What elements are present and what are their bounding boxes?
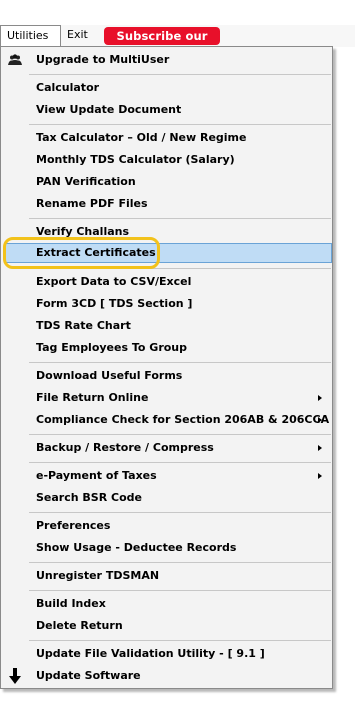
menu-item-view-update-document[interactable]: View Update Document [1, 99, 332, 121]
submenu-arrow-icon [318, 417, 322, 423]
menu-item-update-validation-utility[interactable]: Update File Validation Utility - [ 9.1 ] [1, 643, 332, 665]
menu-item-tax-calculator[interactable]: Tax Calculator – Old / New Regime [1, 127, 332, 149]
menu-item-monthly-tds-calculator[interactable]: Monthly TDS Calculator (Salary) [1, 149, 332, 171]
menu-item-label: Upgrade to MultiUser [36, 53, 170, 66]
highlight-ring [3, 237, 160, 269]
menu-item-tag-employees[interactable]: Tag Employees To Group [1, 337, 332, 359]
menu-item-label: Search BSR Code [36, 491, 142, 504]
menu-item-update-software[interactable]: Update Software [1, 665, 332, 687]
menu-item-label: Download Useful Forms [36, 369, 183, 382]
separator [29, 640, 331, 641]
menu-exit[interactable]: Exit [61, 25, 99, 46]
separator [29, 462, 331, 463]
menu-item-label: Delete Return [36, 619, 123, 632]
menu-item-upgrade-multiuser[interactable]: Upgrade to MultiUser [1, 49, 332, 71]
utilities-dropdown-menu: Upgrade to MultiUser Calculator View Upd… [0, 46, 333, 689]
menu-item-compliance-check[interactable]: Compliance Check for Section 206AB & 206… [1, 409, 332, 431]
menu-item-label: Rename PDF Files [36, 197, 148, 210]
menu-item-label: File Return Online [36, 391, 149, 404]
menu-item-export-data[interactable]: Export Data to CSV/Excel [1, 271, 332, 293]
menu-item-delete-return[interactable]: Delete Return [1, 615, 332, 637]
menu-item-label: Form 3CD [ TDS Section ] [36, 297, 193, 310]
menu-item-rename-pdf-files[interactable]: Rename PDF Files [1, 193, 332, 215]
menu-utilities[interactable]: Utilities [0, 25, 61, 46]
menu-item-file-return-online[interactable]: File Return Online [1, 387, 332, 409]
menu-item-label: Tag Employees To Group [36, 341, 188, 354]
separator [29, 362, 331, 363]
down-arrow-icon [9, 668, 21, 684]
submenu-arrow-icon [318, 395, 322, 401]
menu-item-label: Show Usage - Deductee Records [36, 541, 237, 554]
submenu-arrow-icon [318, 473, 322, 479]
menu-item-show-usage[interactable]: Show Usage - Deductee Records [1, 537, 332, 559]
menu-item-label: Export Data to CSV/Excel [36, 275, 192, 288]
menu-item-build-index[interactable]: Build Index [1, 593, 332, 615]
menu-item-label: Tax Calculator – Old / New Regime [36, 131, 247, 144]
separator [29, 124, 331, 125]
menu-item-download-forms[interactable]: Download Useful Forms [1, 365, 332, 387]
menu-item-label: Update Software [36, 669, 141, 682]
submenu-arrow-icon [318, 445, 322, 451]
menu-item-preferences[interactable]: Preferences [1, 515, 332, 537]
separator [29, 218, 331, 219]
separator [29, 434, 331, 435]
menu-item-label: Unregister TDSMAN [36, 569, 160, 582]
menu-item-label: Build Index [36, 597, 106, 610]
menu-item-label: TDS Rate Chart [36, 319, 131, 332]
menu-item-label: View Update Document [36, 103, 182, 116]
subscribe-blog-button[interactable]: Subscribe our Blog [104, 27, 220, 61]
menu-item-search-bsr-code[interactable]: Search BSR Code [1, 487, 332, 509]
menu-item-label: Update File Validation Utility - [ 9.1 ] [36, 647, 265, 660]
menu-item-label: Preferences [36, 519, 111, 532]
menu-item-e-payment[interactable]: e-Payment of Taxes [1, 465, 332, 487]
users-icon [8, 54, 22, 65]
menu-item-unregister[interactable]: Unregister TDSMAN [1, 565, 332, 587]
menu-item-label: Compliance Check for Section 206AB & 206… [36, 413, 330, 426]
separator [29, 562, 331, 563]
menu-item-pan-verification[interactable]: PAN Verification [1, 171, 332, 193]
menu-item-label: PAN Verification [36, 175, 136, 188]
separator [29, 512, 331, 513]
menu-item-label: Monthly TDS Calculator (Salary) [36, 153, 235, 166]
separator [29, 590, 331, 591]
separator [29, 74, 331, 75]
menu-item-label: Backup / Restore / Compress [36, 441, 214, 454]
menu-item-label: e-Payment of Taxes [36, 469, 157, 482]
menu-item-backup-restore[interactable]: Backup / Restore / Compress [1, 437, 332, 459]
menu-item-form-3cd[interactable]: Form 3CD [ TDS Section ] [1, 293, 332, 315]
menu-item-tds-rate-chart[interactable]: TDS Rate Chart [1, 315, 332, 337]
menu-item-label: Calculator [36, 81, 100, 94]
menu-item-calculator[interactable]: Calculator [1, 77, 332, 99]
